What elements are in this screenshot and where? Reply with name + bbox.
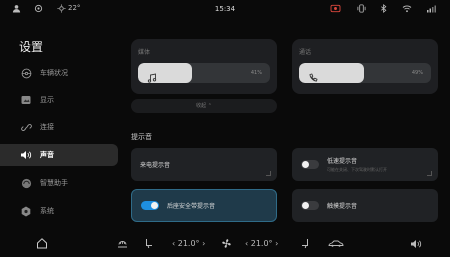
link-icon bbox=[20, 121, 32, 133]
clock: 15:34 bbox=[214, 5, 236, 13]
music-note-icon bbox=[147, 68, 157, 83]
touch-sound-toggle[interactable] bbox=[301, 201, 319, 210]
low-speed-alert-card[interactable]: 低速提示音 可能在关闭、下次驾驶时默认打开 bbox=[292, 148, 438, 181]
wifi-icon bbox=[402, 4, 412, 15]
ringtone-card[interactable]: 来电提示音 bbox=[131, 148, 277, 181]
sidebar-item-system[interactable]: 系统 bbox=[0, 200, 118, 222]
rear-seatbelt-alert-label: 后座安全带提示音 bbox=[167, 203, 216, 210]
right-temperature[interactable]: ‹ 21.0° › bbox=[245, 239, 278, 248]
expand-corner-icon bbox=[266, 171, 271, 176]
call-volume-panel: 通话 49% bbox=[292, 39, 438, 94]
call-volume-label: 通话 bbox=[299, 49, 312, 56]
sidebar-item-label: 连接 bbox=[40, 123, 54, 131]
gear-icon bbox=[20, 205, 32, 217]
sidebar-item-label: 声音 bbox=[40, 151, 54, 159]
settings-sidebar: 设置 车辆状况 显示 连接 声音 智慧助手 系统 bbox=[0, 22, 118, 232]
bluetooth-icon bbox=[380, 4, 388, 15]
section-title-alerts: 提示音 bbox=[131, 133, 152, 141]
car-icon[interactable] bbox=[328, 239, 344, 250]
weather-icon bbox=[57, 4, 66, 15]
outside-temperature: 22° bbox=[68, 4, 81, 12]
home-icon[interactable] bbox=[36, 237, 48, 251]
collapse-button[interactable]: 收起 ⌃ bbox=[131, 99, 277, 113]
toggle-knob bbox=[151, 202, 158, 209]
steering-wheel-icon bbox=[20, 67, 32, 79]
volume-icon[interactable] bbox=[410, 239, 422, 251]
media-volume-slider[interactable]: 41% bbox=[138, 63, 270, 83]
status-bar: 22° 15:34 bbox=[0, 0, 450, 22]
touch-sound-card[interactable]: 触摸提示音 bbox=[292, 189, 438, 222]
sidebar-item-display[interactable]: 显示 bbox=[0, 89, 118, 111]
low-speed-alert-text: 低速提示音 可能在关闭、下次驾驶时默认打开 bbox=[327, 156, 387, 173]
call-volume-percent: 49% bbox=[411, 70, 423, 76]
bottom-dock: ‹ 21.0° › ‹ 21.0° › bbox=[0, 232, 450, 257]
left-temperature[interactable]: ‹ 21.0° › bbox=[172, 239, 205, 248]
sidebar-item-connection[interactable]: 连接 bbox=[0, 116, 118, 138]
speaker-icon bbox=[20, 149, 32, 161]
ringtone-label: 来电提示音 bbox=[140, 162, 171, 169]
rear-seatbelt-alert-card[interactable]: 后座安全带提示音 bbox=[131, 189, 277, 222]
defrost-icon[interactable] bbox=[117, 239, 128, 251]
record-icon bbox=[330, 4, 341, 15]
sidebar-item-sound[interactable]: 声音 bbox=[0, 144, 118, 166]
rear-seatbelt-alert-toggle[interactable] bbox=[141, 201, 159, 210]
seat-heat-right-icon[interactable] bbox=[300, 238, 310, 251]
sidebar-item-label: 车辆状况 bbox=[40, 69, 68, 77]
call-volume-slider[interactable]: 49% bbox=[299, 63, 431, 83]
expand-corner-icon bbox=[427, 171, 432, 176]
low-speed-alert-subtitle: 可能在关闭、下次驾驶时默认打开 bbox=[327, 167, 387, 172]
sidebar-item-label: 系统 bbox=[40, 207, 54, 215]
fan-icon[interactable] bbox=[221, 238, 232, 251]
settings-status-icon[interactable] bbox=[34, 4, 43, 15]
assistant-icon bbox=[20, 177, 32, 189]
sidebar-item-label: 显示 bbox=[40, 96, 54, 104]
phone-icon bbox=[308, 68, 318, 82]
low-speed-alert-toggle[interactable] bbox=[301, 160, 319, 169]
low-speed-alert-label: 低速提示音 bbox=[327, 158, 358, 165]
media-volume-panel: 媒体 41% bbox=[131, 39, 277, 94]
page-title: 设置 bbox=[19, 40, 44, 54]
seat-heat-left-icon[interactable] bbox=[144, 238, 154, 251]
touch-sound-label: 触摸提示音 bbox=[327, 203, 358, 210]
vibrate-icon bbox=[356, 4, 367, 15]
toggle-knob bbox=[302, 202, 309, 209]
user-avatar-icon[interactable] bbox=[12, 4, 21, 15]
media-volume-label: 媒体 bbox=[138, 49, 151, 56]
display-icon bbox=[20, 94, 32, 106]
sidebar-item-vehicle-status[interactable]: 车辆状况 bbox=[0, 62, 118, 84]
toggle-knob bbox=[302, 161, 309, 168]
signal-icon bbox=[426, 4, 436, 15]
sidebar-item-smart-assistant[interactable]: 智慧助手 bbox=[0, 172, 118, 194]
sidebar-item-label: 智慧助手 bbox=[40, 179, 68, 187]
media-volume-percent: 41% bbox=[250, 70, 262, 76]
